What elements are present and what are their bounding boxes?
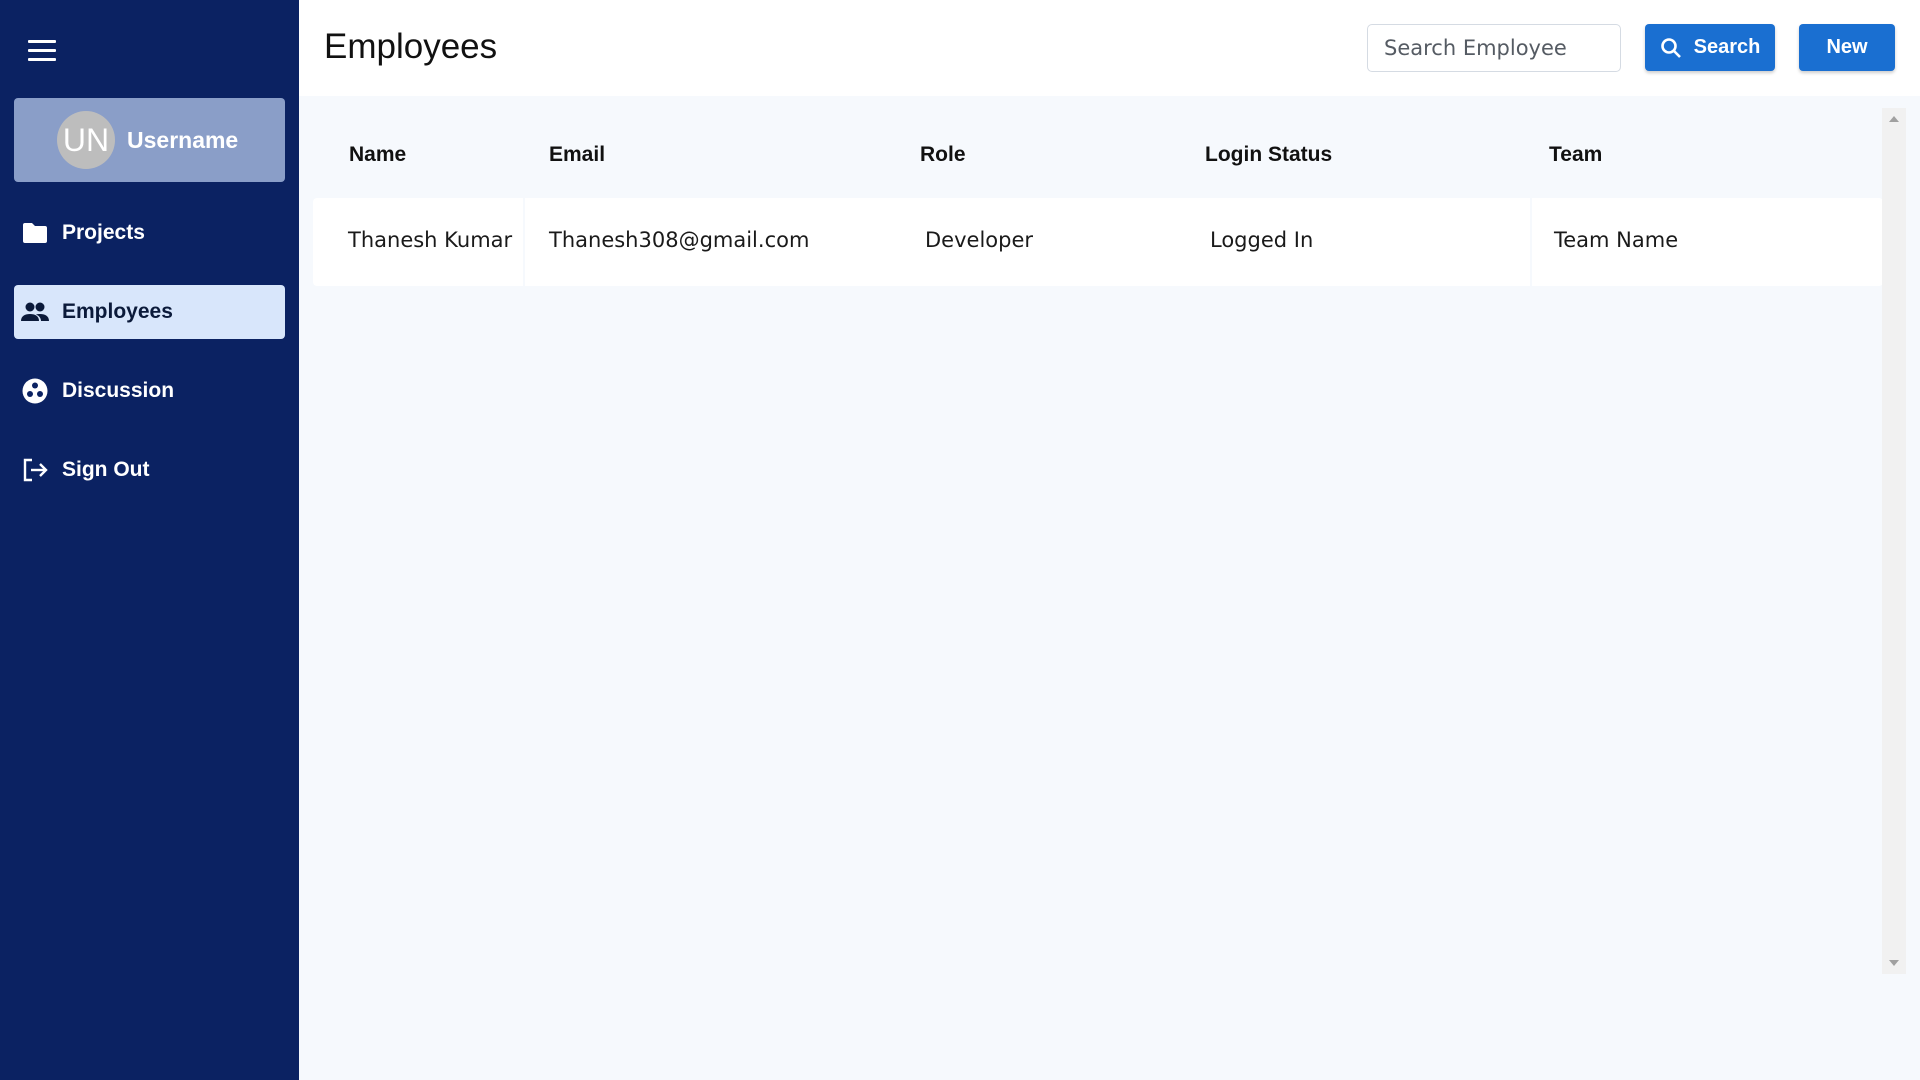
table-header: Name Email Role Login Status Team [313, 110, 1883, 196]
sidebar-item-label: Sign Out [62, 458, 150, 481]
cell-role: Developer [925, 228, 1034, 252]
cell-name: Thanesh Kumar [348, 228, 513, 252]
cell-email: Thanesh308@gmail.com [549, 228, 810, 252]
search-input[interactable] [1367, 24, 1621, 72]
sidebar-item-discussion[interactable]: Discussion [14, 364, 285, 418]
user-card[interactable]: UN Username [14, 98, 285, 182]
column-divider [523, 198, 525, 286]
cell-login-status: Logged In [1210, 228, 1314, 252]
discussion-icon [21, 377, 49, 405]
header: Employees Search New [299, 0, 1920, 96]
new-button[interactable]: New [1799, 24, 1895, 71]
page-title: Employees [324, 27, 498, 66]
sidebar-item-projects[interactable]: Projects [14, 206, 285, 260]
sidebar-item-employees[interactable]: Employees [14, 285, 285, 339]
column-header-login-status[interactable]: Login Status [1205, 143, 1332, 167]
column-header-name[interactable]: Name [349, 143, 406, 167]
username: Username [127, 126, 239, 153]
column-header-role[interactable]: Role [920, 143, 966, 167]
search-button[interactable]: Search [1645, 24, 1775, 71]
search-button-label: Search [1693, 36, 1761, 58]
sidebar: UN Username Projects Employees Discussio… [0, 0, 299, 1080]
vertical-scrollbar[interactable] [1882, 108, 1906, 974]
column-divider [1530, 198, 1532, 286]
avatar: UN [57, 111, 115, 169]
column-header-team[interactable]: Team [1549, 143, 1602, 167]
scroll-up-icon[interactable] [1889, 116, 1899, 122]
folder-icon [21, 219, 49, 247]
table-row[interactable]: Thanesh Kumar Thanesh308@gmail.com Devel… [313, 198, 1883, 286]
cell-team: Team Name [1554, 228, 1679, 252]
people-icon [21, 298, 49, 326]
column-header-email[interactable]: Email [549, 143, 605, 167]
sidebar-item-sign-out[interactable]: Sign Out [14, 443, 285, 497]
sidebar-item-label: Employees [62, 300, 173, 323]
employee-table: Name Email Role Login Status Team Thanes… [313, 110, 1883, 970]
sidebar-item-label: Discussion [62, 379, 175, 402]
menu-toggle-icon[interactable] [28, 40, 60, 64]
search-icon [1660, 37, 1682, 59]
sidebar-item-label: Projects [62, 221, 145, 244]
scroll-down-icon[interactable] [1889, 960, 1899, 966]
sign-out-icon [21, 456, 49, 484]
